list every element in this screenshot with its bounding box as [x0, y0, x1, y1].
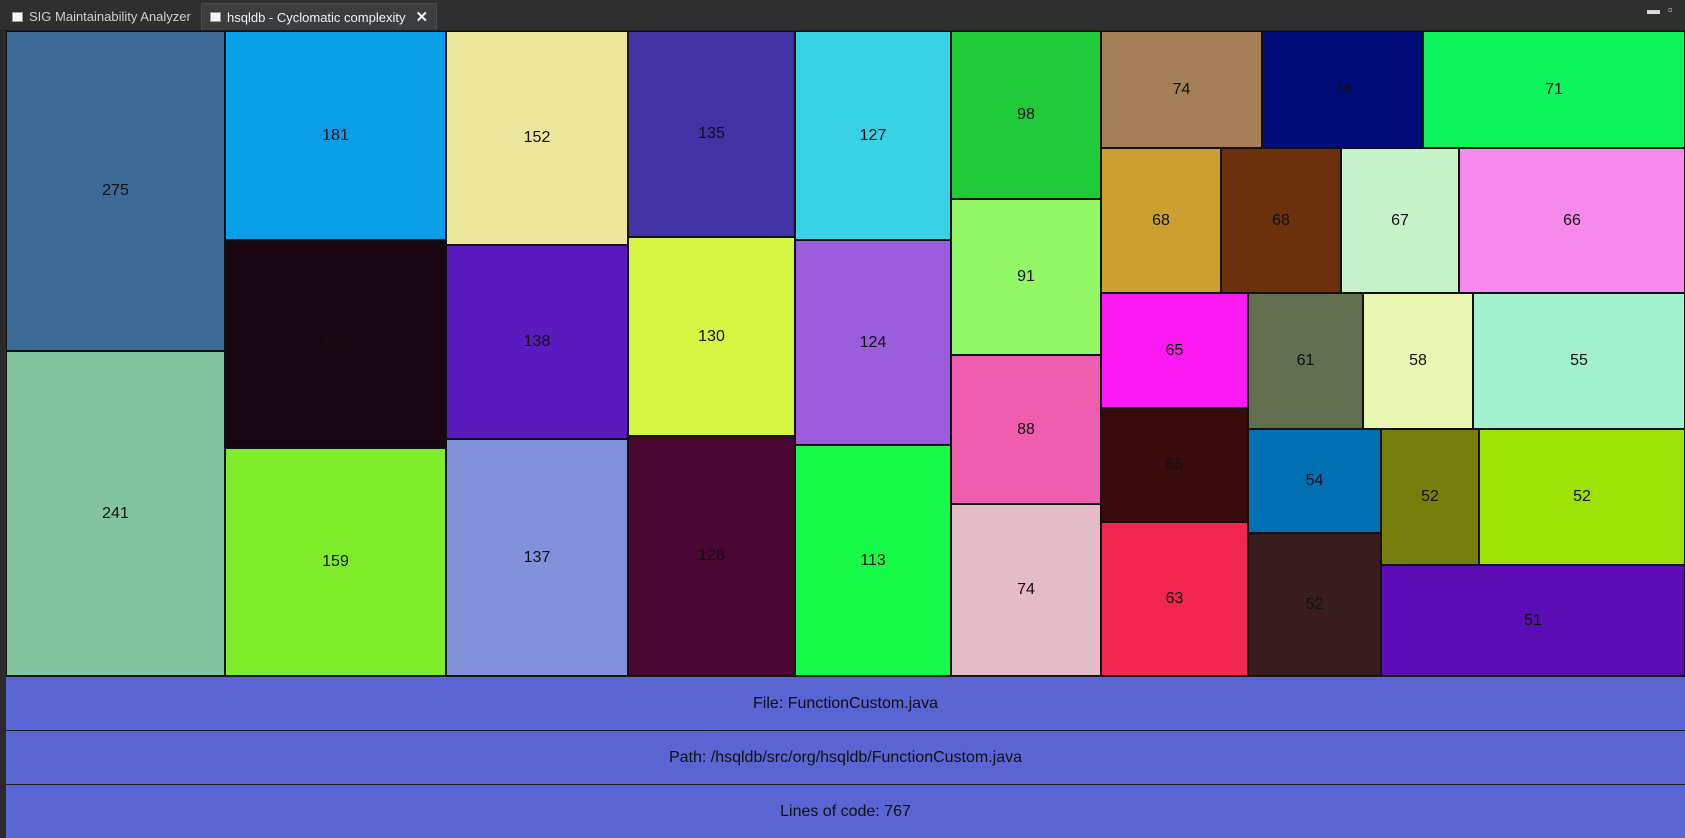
treemap-cell-value: 275 — [102, 182, 129, 199]
treemap-cell-value: 65 — [1165, 456, 1184, 473]
treemap-cell-value: 128 — [698, 547, 725, 564]
lines-of-code-row: Lines of code: 767 — [6, 784, 1685, 838]
close-icon[interactable]: ✕ — [415, 10, 428, 25]
treemap-cell-value: 74 — [1017, 581, 1035, 598]
window-icon — [12, 11, 23, 22]
treemap-cell-value: 127 — [859, 126, 887, 144]
treemap-cell-value: 138 — [523, 333, 551, 350]
treemap-cell[interactable]: 179 — [225, 240, 446, 448]
treemap-cell-value: 67 — [1391, 211, 1409, 229]
window-icon — [210, 12, 221, 22]
file-name-text: File: FunctionCustom.java — [753, 694, 938, 712]
treemap-cell-value: 52 — [1305, 595, 1324, 613]
treemap-cell[interactable]: 98 — [951, 31, 1101, 199]
treemap-cell-value: 135 — [698, 125, 725, 142]
tab-label: SIG Maintainability Analyzer — [29, 9, 191, 24]
treemap-cell-value: 152 — [523, 129, 551, 146]
treemap-cell-value: 88 — [1017, 420, 1035, 438]
treemap-cell[interactable]: 55 — [1473, 293, 1685, 429]
treemap-cell[interactable]: 54 — [1248, 429, 1381, 533]
treemap-cell-value: 179 — [322, 335, 349, 352]
treemap-cell[interactable]: 71 — [1423, 31, 1685, 148]
treemap-cell-value: 65 — [1165, 341, 1184, 359]
treemap-cell[interactable]: 137 — [446, 439, 628, 676]
treemap-cell[interactable]: 65 — [1101, 408, 1248, 522]
treemap-cell-value: 159 — [322, 553, 349, 570]
treemap-cell[interactable]: 68 — [1101, 148, 1221, 293]
treemap-cell[interactable]: 52 — [1479, 429, 1685, 565]
treemap-cell-value: 55 — [1570, 352, 1588, 369]
restore-icon[interactable]: ▫ — [1668, 3, 1673, 16]
tab-label: hsqldb - Cyclomatic complexity — [227, 9, 406, 25]
treemap-cell[interactable]: 159 — [225, 448, 446, 676]
treemap-cell-value: 51 — [1524, 611, 1542, 629]
file-name-row: File: FunctionCustom.java — [6, 676, 1685, 730]
treemap-view: 275 241 181 179 159 152 138 137 135 130 128 127 124 1… — [6, 31, 1685, 838]
treemap-cell[interactable]: 138 — [446, 245, 628, 439]
file-path-row: Path: /hsqldb/src/org/hsqldb/FunctionCus… — [6, 730, 1685, 784]
tab-cyclomatic-complexity[interactable]: hsqldb - Cyclomatic complexity ✕ — [201, 3, 438, 30]
treemap-cell-value: 74 — [1333, 80, 1352, 98]
treemap-cell[interactable]: 65 — [1101, 293, 1248, 408]
treemap-cell-value: 130 — [698, 327, 725, 345]
treemap-cell[interactable]: 61 — [1248, 293, 1363, 429]
treemap-cell[interactable]: 52 — [1248, 533, 1381, 676]
treemap-cell[interactable]: 51 — [1381, 565, 1685, 676]
treemap-cell-value: 68 — [1272, 211, 1290, 229]
treemap-cell-value: 71 — [1545, 80, 1563, 98]
treemap-cell[interactable]: 68 — [1221, 148, 1341, 293]
treemap-cell-value: 52 — [1573, 488, 1591, 505]
treemap-cell[interactable]: 52 — [1381, 429, 1479, 565]
treemap-cell-value: 124 — [859, 333, 887, 351]
treemap-cell-value: 241 — [102, 504, 129, 522]
treemap-cell[interactable]: 63 — [1101, 522, 1248, 676]
treemap-cell-value: 74 — [1172, 80, 1191, 98]
lines-of-code-text: Lines of code: 767 — [780, 802, 911, 820]
file-path-text: Path: /hsqldb/src/org/hsqldb/FunctionCus… — [668, 748, 1023, 766]
treemap-cell-value: 91 — [1017, 268, 1035, 285]
treemap-cell[interactable]: 74 — [1262, 31, 1423, 148]
treemap-cell[interactable]: 74 — [1101, 31, 1262, 148]
treemap-cell-value: 52 — [1421, 488, 1439, 505]
treemap-cell-value: 63 — [1165, 590, 1184, 607]
treemap-cell-value: 61 — [1296, 352, 1315, 369]
minimize-icon[interactable]: ▬ — [1647, 3, 1660, 16]
treemap-cell[interactable]: 91 — [951, 199, 1101, 355]
treemap-cell-value: 98 — [1017, 106, 1035, 123]
tab-sig-maintainability-analyzer[interactable]: SIG Maintainability Analyzer — [4, 3, 199, 30]
treemap-cell[interactable]: 181 — [225, 31, 446, 240]
treemap-cell[interactable]: 67 — [1341, 148, 1459, 293]
treemap-cell[interactable]: 275 — [6, 31, 225, 351]
treemap-cell[interactable]: 66 — [1459, 148, 1685, 293]
treemap-cell[interactable]: 128 — [628, 436, 795, 676]
treemap-cell[interactable]: 58 — [1363, 293, 1473, 429]
treemap-cell-value: 181 — [322, 126, 349, 144]
treemap-cell-value: 68 — [1152, 211, 1170, 229]
treemap-cell-value: 58 — [1409, 352, 1427, 369]
treemap-cell[interactable]: 127 — [795, 31, 951, 240]
treemap-cell[interactable]: 241 — [6, 351, 225, 676]
treemap-cell[interactable]: 130 — [628, 237, 795, 436]
treemap-cell[interactable]: 74 — [951, 504, 1101, 676]
treemap-cell-value: 54 — [1305, 472, 1324, 489]
treemap-cell-value: 137 — [523, 548, 551, 566]
treemap-cell[interactable]: 113 — [795, 445, 951, 676]
treemap-cell[interactable]: 152 — [446, 31, 628, 245]
treemap-cell[interactable]: 88 — [951, 355, 1101, 504]
treemap-cell[interactable]: 135 — [628, 31, 795, 237]
treemap-cell[interactable]: 124 — [795, 240, 951, 445]
treemap-cell-value: 66 — [1563, 211, 1581, 229]
treemap-cell-value: 113 — [860, 551, 886, 569]
treemap: 275 241 181 179 159 152 138 137 135 130 128 127 124 1… — [6, 31, 1685, 676]
tab-bar: SIG Maintainability Analyzer hsqldb - Cy… — [0, 0, 1685, 31]
